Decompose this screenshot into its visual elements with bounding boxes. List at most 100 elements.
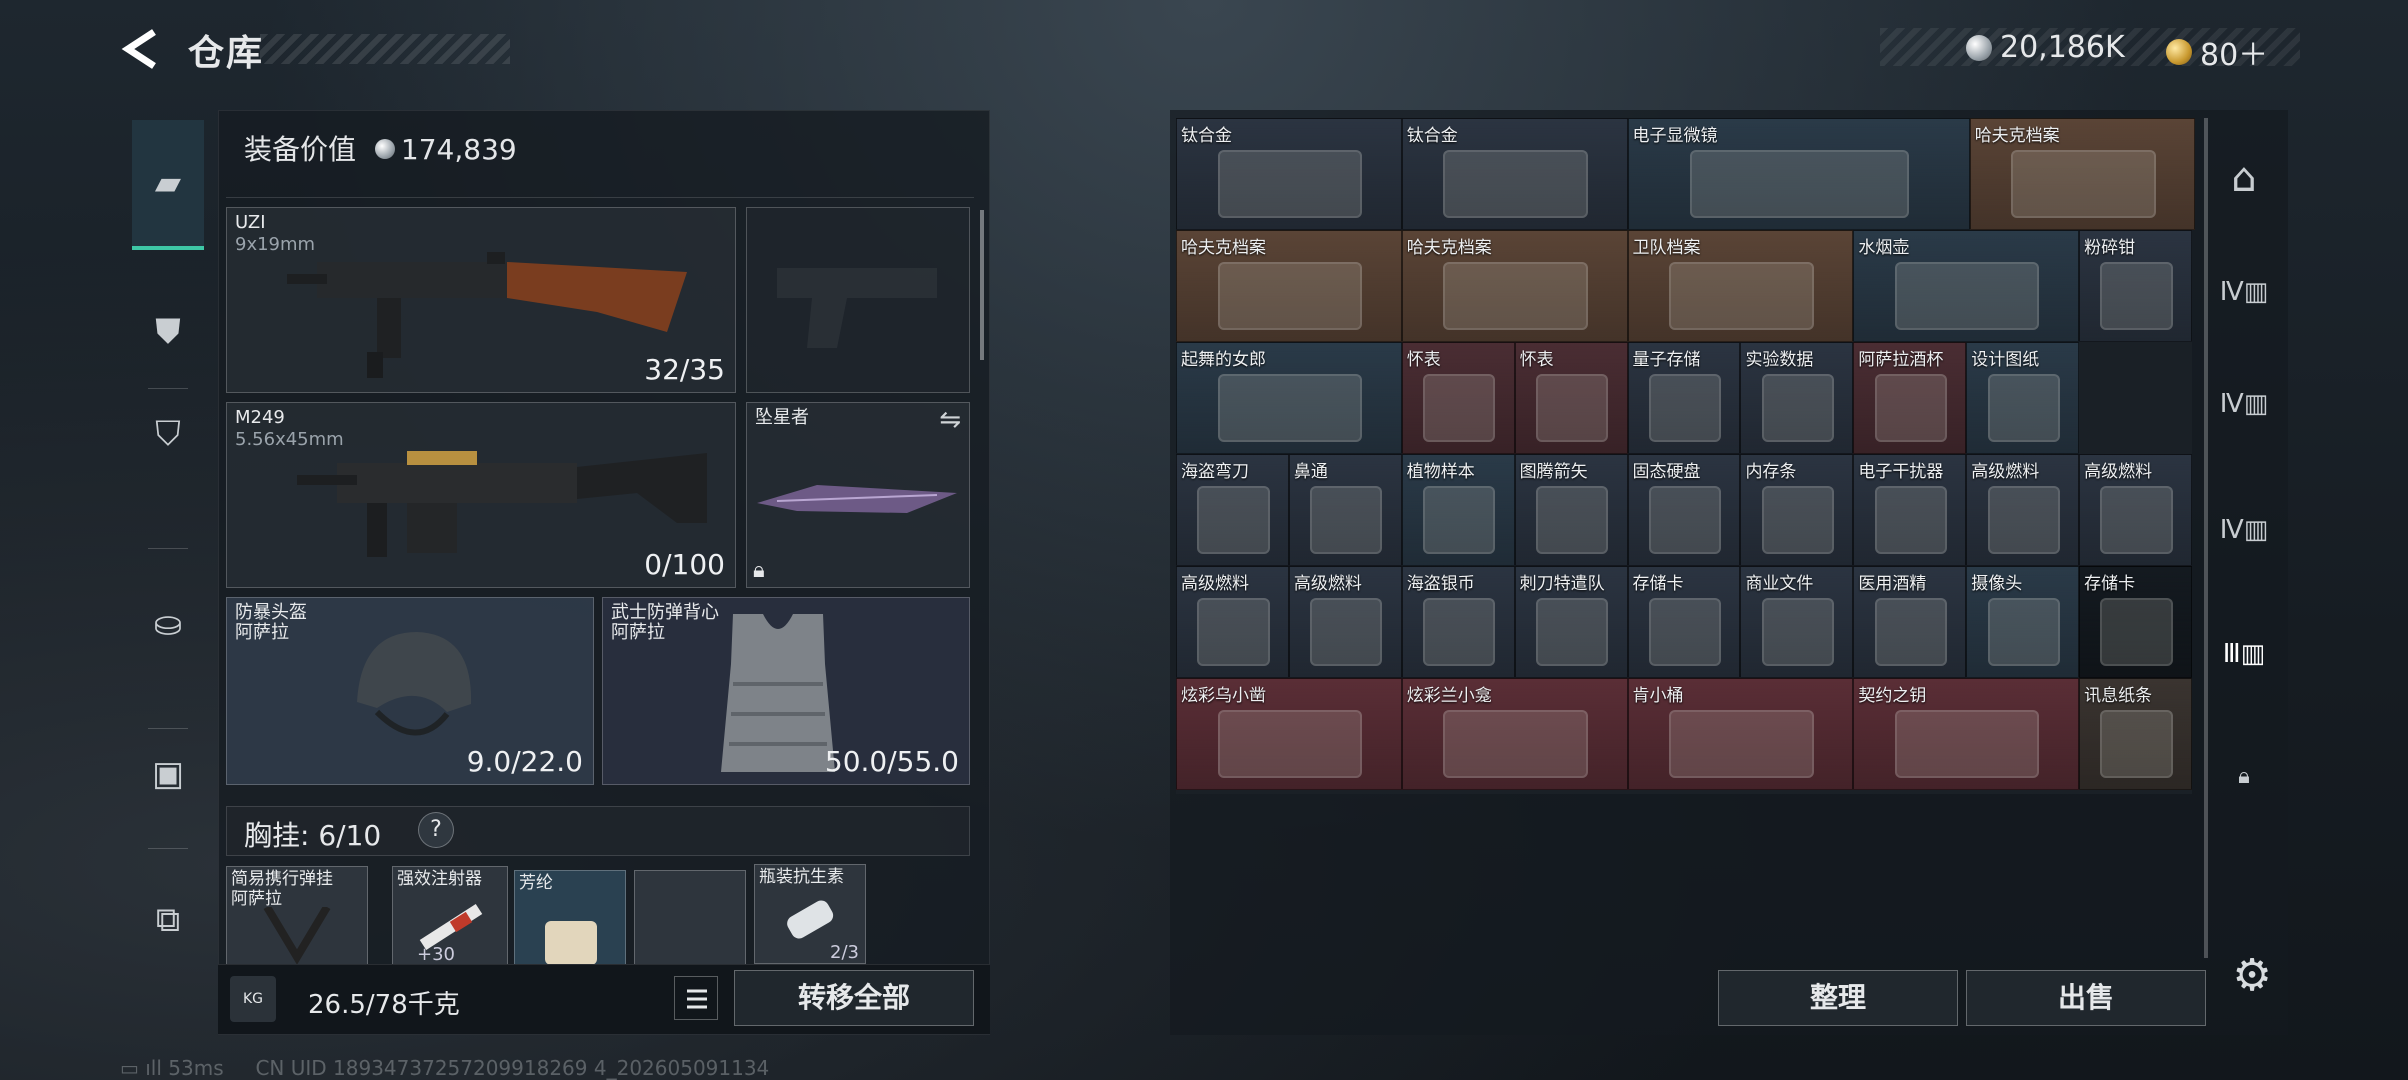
stash-item[interactable]: 炫彩兰小龛: [1401, 678, 1628, 790]
stash-page-4a[interactable]: Ⅳ▥: [2210, 258, 2278, 326]
stash-item[interactable]: 量子存储: [1627, 342, 1741, 454]
swap-icon[interactable]: ⇋: [939, 405, 961, 435]
stash-item[interactable]: 内存条: [1740, 454, 1854, 566]
item-image: [1197, 486, 1270, 554]
sidebar-tab-case[interactable]: ⧉: [132, 884, 204, 956]
settings-gear-icon[interactable]: ⚙: [2226, 950, 2278, 1002]
stash-item-label: 水烟壶: [1858, 238, 1910, 258]
silver-coin-icon: [374, 139, 395, 159]
stash-item-label: 存储卡: [2084, 574, 2136, 594]
chest-item-antibiotics[interactable]: 瓶装抗生素 2/3: [754, 864, 866, 964]
sell-button[interactable]: 出售: [1966, 970, 2206, 1026]
item-image: [1310, 486, 1383, 554]
stash-item[interactable]: 哈夫克档案: [1176, 230, 1402, 342]
sidearm-slot-empty[interactable]: [746, 207, 970, 393]
stash-item-label: 高级燃料: [1971, 462, 2040, 482]
item-image: [1669, 710, 1814, 778]
stash-item[interactable]: 固态硬盘: [1627, 454, 1741, 566]
stash-item[interactable]: 阿萨拉酒杯: [1853, 342, 1967, 454]
stash-item[interactable]: 存储卡: [1627, 566, 1741, 678]
item-image: [1690, 150, 1910, 218]
stash-item[interactable]: 契约之钥: [1853, 678, 2080, 790]
stash-item[interactable]: 钛合金: [1401, 118, 1628, 230]
chest-item-rig[interactable]: 简易携行弹挂 阿萨拉: [226, 866, 368, 966]
stash-item[interactable]: 设计图纸: [1966, 342, 2080, 454]
stash-page-main[interactable]: ⌂: [2210, 144, 2278, 212]
helmet-slot[interactable]: 防暴头盔 阿萨拉 9.0/22.0: [226, 597, 594, 785]
container-icon: Ⅳ▥: [2219, 277, 2269, 307]
item-image: [1874, 598, 1947, 666]
stash-item[interactable]: 怀表: [1401, 342, 1515, 454]
stash-item[interactable]: 肯小桶: [1627, 678, 1854, 790]
stash-item[interactable]: 鼻通: [1288, 454, 1402, 566]
stash-item-label: 肯小桶: [1632, 686, 1684, 706]
stash-item[interactable]: 起舞的女郎: [1176, 342, 1402, 454]
stash-item[interactable]: 高级燃料: [1966, 454, 2080, 566]
equipment-scrollbar[interactable]: [980, 210, 984, 360]
stash-item[interactable]: 怀表: [1514, 342, 1628, 454]
melee-slot[interactable]: 坠星者 ⇋ 🔒︎: [746, 402, 970, 588]
stash-item[interactable]: 高级燃料: [1288, 566, 1402, 678]
item-image: [1217, 374, 1363, 442]
sidebar-tab-pouch[interactable]: ▣: [132, 738, 204, 810]
transfer-all-button[interactable]: 转移全部: [734, 970, 974, 1026]
stash-page-4b[interactable]: Ⅳ▥: [2210, 370, 2278, 438]
stash-item[interactable]: 哈夫克档案: [1969, 118, 2196, 230]
stash-item[interactable]: 摄像头: [1966, 566, 2080, 678]
item-image: [1894, 710, 2040, 778]
chest-item-injector[interactable]: 强效注射器 +30: [392, 866, 508, 966]
gold-balance[interactable]: 80＋: [2166, 30, 2268, 74]
stash-item[interactable]: 哈夫克档案: [1401, 230, 1628, 342]
item-image: [1987, 486, 2060, 554]
stash-item[interactable]: 炫彩乌小凿: [1176, 678, 1402, 790]
stash-item[interactable]: 粉碎钳: [2079, 230, 2192, 342]
sidebar-tab-chest-rig[interactable]: ⛊: [132, 296, 204, 368]
stash-item[interactable]: 讯息纸条: [2079, 678, 2192, 790]
armor-vest-image: [721, 614, 835, 772]
item-image: [1987, 374, 2060, 442]
armor-slot[interactable]: 武士防弹背心 阿萨拉 50.0/55.0: [602, 597, 970, 785]
stash-item[interactable]: 实验数据: [1740, 342, 1854, 454]
stash-page-3-active[interactable]: Ⅲ▥: [2210, 620, 2278, 688]
stash-item[interactable]: 海盗弯刀: [1176, 454, 1289, 566]
stash-item[interactable]: 图腾箭矢: [1514, 454, 1628, 566]
sidebar-tab-bag[interactable]: ⛀: [132, 588, 204, 660]
stash-item[interactable]: 电子显微镜: [1627, 118, 1970, 230]
stash-page-4c[interactable]: Ⅳ▥: [2210, 496, 2278, 564]
stash-item[interactable]: 高级燃料: [2079, 454, 2192, 566]
stash-item-label: 植物样本: [1406, 462, 1475, 482]
stash-item[interactable]: 水烟壶: [1853, 230, 2080, 342]
container-icon: Ⅳ▥: [2219, 389, 2269, 419]
silver-balance[interactable]: 20,186K: [1966, 30, 2125, 65]
secondary-weapon-slot[interactable]: M249 5.56x45mm 0/100: [226, 402, 736, 588]
stash-item[interactable]: 钛合金: [1176, 118, 1402, 230]
stash-item[interactable]: 医用酒精: [1853, 566, 1967, 678]
help-icon[interactable]: ?: [418, 812, 454, 848]
stash-item[interactable]: 高级燃料: [1176, 566, 1289, 678]
stash-item[interactable]: 刺刀特遣队: [1514, 566, 1628, 678]
stash-item[interactable]: 电子干扰器: [1853, 454, 1967, 566]
list-view-button[interactable]: [674, 976, 718, 1020]
stash-item-label: 阿萨拉酒杯: [1858, 350, 1944, 370]
chest-item-aramid[interactable]: 芳纶: [514, 870, 626, 966]
sort-button[interactable]: 整理: [1718, 970, 1958, 1026]
stash-item-label: 电子干扰器: [1858, 462, 1944, 482]
chest-rig-label: 胸挂: 6/10: [244, 819, 382, 852]
item-image: [2011, 150, 2156, 218]
stash-item[interactable]: 商业文件: [1740, 566, 1854, 678]
sidebar-tab-weapons[interactable]: ▰: [132, 120, 204, 250]
sidebar-tab-backpack[interactable]: ⛉: [132, 398, 204, 470]
item-image: [1535, 598, 1609, 666]
back-arrow-icon[interactable]: [118, 26, 164, 72]
stash-item[interactable]: 海盗银币: [1401, 566, 1515, 678]
stash-item-label: 固态硬盘: [1632, 462, 1701, 482]
stash-item[interactable]: 植物样本: [1401, 454, 1515, 566]
primary-weapon-slot[interactable]: UZI 9x19mm 32/35: [226, 207, 736, 393]
item-image: [1310, 598, 1383, 666]
stash-page-locked[interactable]: 🔒︎: [2210, 742, 2278, 810]
stash-item[interactable]: 存储卡: [2079, 566, 2192, 678]
chest-item-empty[interactable]: [634, 870, 746, 966]
stash-item-label: 哈夫克档案: [1974, 126, 2060, 146]
stash-item[interactable]: 卫队档案: [1627, 230, 1854, 342]
bag-icon: ⛀: [153, 604, 183, 644]
